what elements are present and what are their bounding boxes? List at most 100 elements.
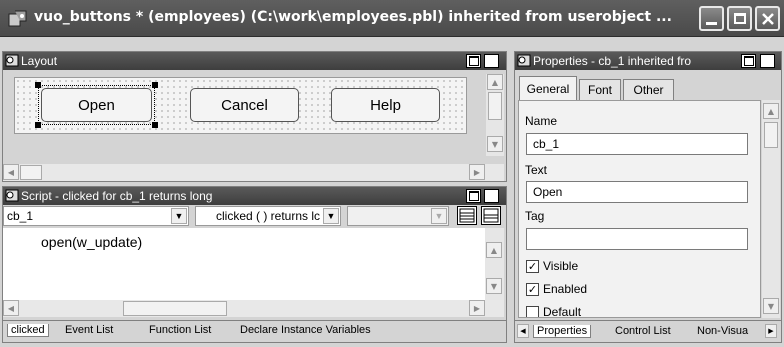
general-panel: Name cb_1 Text Open Tag ✓ Visible ✓ Enab… (518, 100, 761, 318)
properties-pane: Properties - cb_1 inherited fro ✕ Genera… (514, 51, 782, 343)
enabled-label: Enabled (543, 282, 588, 296)
default-checkbox[interactable] (526, 306, 539, 317)
tab-general[interactable]: General (519, 76, 577, 100)
code-hscrollbar[interactable]: ◀ ▶ (3, 300, 504, 317)
tag-label: Tag (525, 209, 545, 223)
minimize-button[interactable] (699, 6, 724, 31)
properties-pane-title: Properties - cb_1 inherited fro (533, 54, 692, 68)
selection-handle[interactable] (152, 122, 158, 128)
canvas-help-button-label: Help (370, 96, 401, 114)
ancestor-select[interactable]: ▼ (347, 206, 449, 226)
code-editor[interactable]: open(w_update) (3, 228, 485, 300)
text-label: Text (525, 163, 548, 177)
code-line: open(w_update) (41, 234, 143, 250)
code-vscrollbar[interactable]: ▲ ▼ (485, 228, 504, 300)
scroll-thumb[interactable] (123, 301, 227, 316)
name-field-value: cb_1 (533, 137, 560, 151)
properties-vscrollbar[interactable]: ▲ ▼ (762, 100, 780, 318)
canvas-help-button[interactable]: Help (331, 88, 440, 122)
close-button[interactable] (755, 6, 780, 31)
scroll-up-icon[interactable]: ▲ (486, 242, 502, 258)
layout-hscrollbar[interactable]: ◀ ▶ (3, 164, 504, 181)
chevron-down-icon[interactable]: ▼ (171, 208, 187, 224)
window-title-bar: vuo_buttons * (employees) (C:\work\emplo… (0, 0, 784, 37)
canvas-cancel-button[interactable]: Cancel (190, 88, 299, 122)
tab-scroll-right-icon[interactable]: ▶ (765, 324, 777, 338)
close-icon (761, 12, 774, 25)
tab-non-visual[interactable]: Non-Visua (697, 325, 748, 337)
object-select[interactable]: cb_1 ▼ (3, 206, 189, 226)
scroll-down-icon[interactable]: ▼ (763, 298, 779, 314)
scroll-left-icon[interactable]: ◀ (3, 300, 19, 316)
split-vertical-icon[interactable] (481, 206, 501, 225)
layout-pane-title: Layout (21, 54, 58, 68)
event-select[interactable]: clicked ( ) returns lc ▼ (195, 206, 341, 226)
tab-properties[interactable]: Properties (533, 325, 592, 338)
scroll-up-icon[interactable]: ▲ (763, 103, 779, 119)
app-icon (8, 10, 28, 28)
scroll-down-icon[interactable]: ▼ (487, 136, 503, 152)
maximize-button[interactable] (727, 6, 752, 31)
scroll-right-icon[interactable]: ▶ (469, 164, 485, 180)
window-title: vuo_buttons * (employees) (C:\work\emplo… (34, 9, 672, 25)
selection-handle[interactable] (152, 82, 158, 88)
layout-pane-title-bar: Layout ✕ (3, 52, 506, 70)
scroll-thumb[interactable] (764, 122, 778, 148)
text-field[interactable]: Open (526, 181, 748, 203)
split-horizontal-icon[interactable] (457, 206, 477, 225)
object-select-value: cb_1 (7, 209, 34, 223)
default-label: Default (543, 305, 582, 318)
canvas-cancel-button-label: Cancel (221, 96, 268, 114)
pane-icon (5, 189, 19, 202)
script-pane-title: Script - clicked for cb_1 returns long (21, 189, 213, 203)
pane-icon (5, 54, 19, 67)
script-pane: Script - clicked for cb_1 returns long ✕… (2, 186, 507, 343)
tab-event-list[interactable]: Event List (65, 324, 113, 336)
tab-font-label: Font (587, 83, 612, 97)
layout-canvas[interactable]: Open Cancel Help (14, 77, 467, 134)
visible-label: Visible (543, 259, 579, 273)
tab-scroll-left-icon[interactable]: ◀ (517, 324, 529, 338)
name-label: Name (525, 114, 558, 128)
enabled-checkbox[interactable]: ✓ (526, 283, 539, 296)
chevron-down-icon[interactable]: ▼ (323, 208, 339, 224)
scroll-right-icon[interactable]: ▶ (469, 300, 485, 316)
chevron-down-icon[interactable]: ▼ (431, 208, 447, 224)
tab-other[interactable]: Other (623, 79, 674, 100)
scroll-thumb[interactable] (20, 165, 42, 180)
layout-pane: Layout ✕ Open Cancel Help ▲ ▼ ◀ ▶ (2, 51, 507, 182)
text-field-value: Open (533, 185, 563, 199)
selection-handle[interactable] (35, 82, 41, 88)
tab-function-list[interactable]: Function List (149, 324, 211, 336)
properties-pane-title-bar: Properties - cb_1 inherited fro ✕ (515, 52, 781, 70)
scroll-thumb[interactable] (488, 92, 502, 120)
scroll-up-icon[interactable]: ▲ (487, 74, 503, 90)
scroll-left-icon[interactable]: ◀ (3, 164, 19, 180)
tab-clicked[interactable]: clicked (7, 324, 49, 337)
selection-outline (38, 85, 155, 125)
tab-other-label: Other (633, 83, 664, 97)
layout-pane-close-icon[interactable]: ✕ (484, 54, 499, 68)
script-tab-bar: clicked Event List Function List Declare… (3, 320, 506, 340)
scroll-down-icon[interactable]: ▼ (486, 278, 502, 294)
script-pane-close-icon[interactable]: ✕ (484, 189, 499, 203)
name-field[interactable]: cb_1 (526, 133, 748, 155)
properties-pane-close-icon[interactable]: ✕ (760, 54, 775, 68)
maximize-icon (733, 13, 746, 24)
layout-vscrollbar[interactable]: ▲ ▼ (486, 74, 504, 156)
tab-declare-instance-variables[interactable]: Declare Instance Variables (240, 324, 371, 336)
tab-font[interactable]: Font (579, 79, 621, 100)
pane-icon (517, 54, 531, 67)
layout-pane-maximize-icon[interactable] (466, 54, 481, 68)
event-select-value: clicked ( ) returns lc (216, 209, 321, 223)
tag-field[interactable] (526, 228, 748, 250)
visible-checkbox[interactable]: ✓ (526, 260, 539, 273)
minimize-icon (706, 22, 717, 25)
script-pane-maximize-icon[interactable] (466, 189, 481, 203)
selection-handle[interactable] (35, 122, 41, 128)
tab-general-label: General (526, 81, 570, 96)
properties-pane-maximize-icon[interactable] (741, 54, 756, 68)
properties-bottom-tab-bar: ◀ Properties Control List Non-Visua ▶ (515, 320, 781, 342)
tab-control-list[interactable]: Control List (615, 325, 671, 337)
script-pane-title-bar: Script - clicked for cb_1 returns long ✕ (3, 187, 506, 205)
